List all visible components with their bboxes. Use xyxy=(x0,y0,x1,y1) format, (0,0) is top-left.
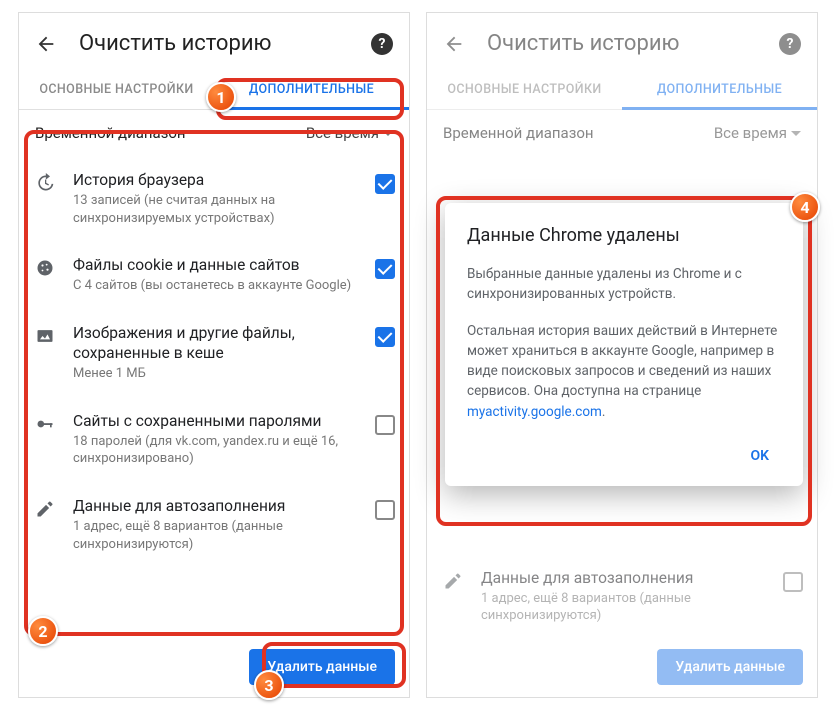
item-sub: 1 адрес, ещё 8 вариантов (данные синхрон… xyxy=(481,590,767,625)
help-icon[interactable]: ? xyxy=(779,33,801,55)
tab-basic[interactable]: ОСНОВНЫЕ НАСТРОЙКИ xyxy=(427,70,622,109)
checkbox[interactable] xyxy=(375,174,395,194)
items-list: История браузера 13 записей (не считая д… xyxy=(19,156,409,567)
item-sub: 18 паролей (для vk.com, yandex.ru и ещё … xyxy=(73,433,359,468)
step-badge-2: 2 xyxy=(28,616,58,646)
item-title: Изображения и другие файлы, сохраненные … xyxy=(73,323,359,363)
dialog-body: Выбранные данные удалены из Chrome и с с… xyxy=(467,264,781,305)
time-range-row[interactable]: Временной диапазон Все время xyxy=(427,110,817,156)
time-range-label: Временной диапазон xyxy=(443,124,594,142)
item-title: Файлы cookie и данные сайтов xyxy=(73,255,359,275)
chevron-down-icon xyxy=(791,131,801,136)
app-header: Очистить историю ? xyxy=(427,13,817,70)
checkbox[interactable] xyxy=(375,259,395,279)
page-title: Очистить историю xyxy=(79,31,349,56)
step-badge-4: 4 xyxy=(790,192,820,222)
checkbox[interactable] xyxy=(783,572,803,592)
list-item[interactable]: Изображения и другие файлы, сохраненные … xyxy=(19,309,409,397)
time-range-label: Временной диапазон xyxy=(35,124,186,142)
tab-basic[interactable]: ОСНОВНЫЕ НАСТРОЙКИ xyxy=(19,70,214,109)
chevron-down-icon xyxy=(383,131,393,136)
checkbox[interactable] xyxy=(375,327,395,347)
history-icon xyxy=(33,170,57,193)
step-badge-1: 1 xyxy=(206,82,236,112)
tab-advanced[interactable]: ДОПОЛНИТЕЛЬНЫЕ xyxy=(214,70,409,109)
list-item[interactable]: Файлы cookie и данные сайтов С 4 сайтов … xyxy=(19,241,409,309)
delete-button[interactable]: Удалить данные xyxy=(657,649,803,685)
dialog-title: Данные Chrome удалены xyxy=(467,225,781,246)
list-item[interactable]: История браузера 13 записей (не считая д… xyxy=(19,156,409,241)
time-range-value: Все время xyxy=(306,124,393,142)
item-title: Сайты с сохраненными паролями xyxy=(73,411,359,431)
item-sub: 13 записей (не считая данных на синхрони… xyxy=(73,192,359,227)
checkbox[interactable] xyxy=(375,415,395,435)
time-range-value: Все время xyxy=(714,124,801,142)
checkbox[interactable] xyxy=(375,500,395,520)
tab-advanced[interactable]: ДОПОЛНИТЕЛЬНЫЕ xyxy=(622,70,817,109)
time-range-row[interactable]: Временной диапазон Все время xyxy=(19,110,409,156)
back-icon[interactable] xyxy=(443,33,465,55)
app-header: Очистить историю ? xyxy=(19,13,409,70)
list-item[interactable]: Сайты с сохраненными паролями 18 паролей… xyxy=(19,397,409,482)
bottom-bar: Удалить данные xyxy=(19,637,409,697)
dialog-body-2: Остальная история ваших действий в Интер… xyxy=(467,321,781,422)
item-sub: 1 адрес, ещё 8 вариантов (данные синхрон… xyxy=(73,518,359,553)
step-badge-3: 3 xyxy=(254,670,284,700)
list-item[interactable]: Данные для автозаполнения 1 адрес, ещё 8… xyxy=(19,482,409,567)
dialog-actions: OK xyxy=(467,438,781,474)
list-item[interactable]: Данные для автозаполнения 1 адрес, ещё 8… xyxy=(427,554,817,639)
bottom-bar: Удалить данные xyxy=(427,637,817,697)
image-icon xyxy=(33,323,57,346)
help-icon[interactable]: ? xyxy=(371,33,393,55)
ok-button[interactable]: OK xyxy=(738,438,781,474)
cookie-icon xyxy=(33,255,57,278)
phone-left: Очистить историю ? ОСНОВНЫЕ НАСТРОЙКИ ДО… xyxy=(18,12,410,698)
pencil-icon xyxy=(33,496,57,519)
item-title: Данные для автозаполнения xyxy=(73,496,359,516)
item-sub: С 4 сайтов (вы останетесь в аккаунте Goo… xyxy=(73,277,359,295)
confirmation-dialog: Данные Chrome удалены Выбранные данные у… xyxy=(445,203,803,486)
tabs: ОСНОВНЫЕ НАСТРОЙКИ ДОПОЛНИТЕЛЬНЫЕ xyxy=(427,70,817,110)
item-title: История браузера xyxy=(73,170,359,190)
item-sub: Менее 1 МБ xyxy=(73,365,359,383)
item-title: Данные для автозаполнения xyxy=(481,568,767,588)
myactivity-link[interactable]: myactivity.google.com xyxy=(467,404,602,420)
back-icon[interactable] xyxy=(35,33,57,55)
page-title: Очистить историю xyxy=(487,31,757,56)
pencil-icon xyxy=(441,568,465,591)
phone-right: Очистить историю ? ОСНОВНЫЕ НАСТРОЙКИ ДО… xyxy=(426,12,818,698)
key-icon xyxy=(33,411,57,434)
